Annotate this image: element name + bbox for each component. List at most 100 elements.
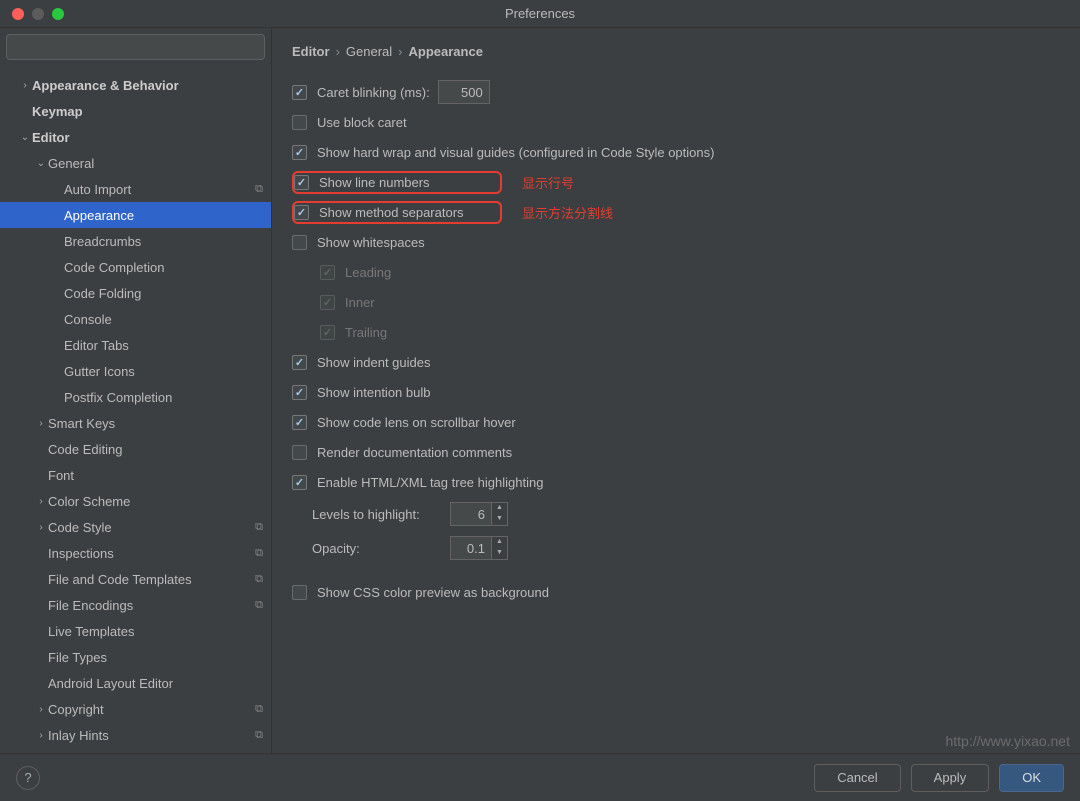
spinner-up-icon[interactable]: ▲ (492, 537, 507, 548)
code-lens-label: Show code lens on scrollbar hover (317, 415, 516, 430)
opacity-input[interactable] (450, 536, 492, 560)
annotation-line-numbers: 显示行号 (522, 173, 574, 192)
render-doc-label: Render documentation comments (317, 445, 512, 460)
spinner-down-icon[interactable]: ▼ (492, 548, 507, 559)
intention-bulb-label: Show intention bulb (317, 385, 430, 400)
chevron-icon: › (34, 496, 48, 507)
levels-spinner[interactable]: ▲▼ (450, 502, 508, 526)
copy-profile-icon: ⧉ (255, 547, 263, 560)
tree-item-gutter-icons[interactable]: Gutter Icons (0, 358, 271, 384)
tree-item-label: Android Layout Editor (48, 676, 263, 691)
tree-item-label: Code Editing (48, 442, 263, 457)
tree-item-auto-import[interactable]: Auto Import⧉ (0, 176, 271, 202)
indent-guides-label: Show indent guides (317, 355, 430, 370)
chevron-icon: › (34, 418, 48, 429)
copy-profile-icon: ⧉ (255, 729, 263, 742)
tree-item-breadcrumbs[interactable]: Breadcrumbs (0, 228, 271, 254)
tree-item-label: Breadcrumbs (64, 234, 263, 249)
levels-input[interactable] (450, 502, 492, 526)
tree-item-code-style[interactable]: ›Code Style⧉ (0, 514, 271, 540)
tree-item-postfix-completion[interactable]: Postfix Completion (0, 384, 271, 410)
caret-blinking-checkbox[interactable] (292, 85, 307, 100)
method-sep-checkbox[interactable] (294, 205, 309, 220)
render-doc-checkbox[interactable] (292, 445, 307, 460)
tree-item-label: Code Style (48, 520, 255, 535)
tree-item-label: Copyright (48, 702, 255, 717)
inner-checkbox (320, 295, 335, 310)
html-highlight-checkbox[interactable] (292, 475, 307, 490)
copy-profile-icon: ⧉ (255, 599, 263, 612)
block-caret-checkbox[interactable] (292, 115, 307, 130)
breadcrumb: Editor›General›Appearance (292, 44, 1060, 59)
tree-item-editor[interactable]: ⌄Editor (0, 124, 271, 150)
tree-item-label: General (48, 156, 263, 171)
tree-item-general[interactable]: ⌄General (0, 150, 271, 176)
tree-item-font[interactable]: Font (0, 462, 271, 488)
tree-item-console[interactable]: Console (0, 306, 271, 332)
tree-item-file-types[interactable]: File Types (0, 644, 271, 670)
tree-item-code-editing[interactable]: Code Editing (0, 436, 271, 462)
tree-item-appearance[interactable]: Appearance (0, 202, 271, 228)
tree-item-file-and-code-templates[interactable]: File and Code Templates⧉ (0, 566, 271, 592)
intention-bulb-checkbox[interactable] (292, 385, 307, 400)
tree-item-label: Code Folding (64, 286, 263, 301)
tree-item-inlay-hints[interactable]: ›Inlay Hints⧉ (0, 722, 271, 748)
code-lens-checkbox[interactable] (292, 415, 307, 430)
tree-item-label: Auto Import (64, 182, 255, 197)
indent-guides-checkbox[interactable] (292, 355, 307, 370)
html-highlight-label: Enable HTML/XML tag tree highlighting (317, 475, 543, 490)
tree-item-label: File Encodings (48, 598, 255, 613)
copy-profile-icon: ⧉ (255, 703, 263, 716)
css-preview-label: Show CSS color preview as background (317, 585, 549, 600)
tree-item-label: Live Templates (48, 624, 263, 639)
tree-item-live-templates[interactable]: Live Templates (0, 618, 271, 644)
tree-item-appearance-behavior[interactable]: ›Appearance & Behavior (0, 72, 271, 98)
tree-item-label: File and Code Templates (48, 572, 255, 587)
caret-blinking-input[interactable] (438, 80, 490, 104)
tree-item-label: Gutter Icons (64, 364, 263, 379)
ok-button[interactable]: OK (999, 764, 1064, 792)
hard-wrap-checkbox[interactable] (292, 145, 307, 160)
copy-profile-icon: ⧉ (255, 521, 263, 534)
tree-item-keymap[interactable]: Keymap (0, 98, 271, 124)
tree-item-label: Inlay Hints (48, 728, 255, 743)
copy-profile-icon: ⧉ (255, 573, 263, 586)
opacity-label: Opacity: (312, 541, 442, 556)
chevron-icon: › (34, 522, 48, 533)
trailing-label: Trailing (345, 325, 387, 340)
tree-item-editor-tabs[interactable]: Editor Tabs (0, 332, 271, 358)
chevron-icon: ⌄ (18, 132, 32, 143)
bottom-bar: ? Cancel Apply OK (0, 753, 1080, 801)
tree-item-file-encodings[interactable]: File Encodings⧉ (0, 592, 271, 618)
opacity-spinner[interactable]: ▲▼ (450, 536, 508, 560)
spinner-up-icon[interactable]: ▲ (492, 503, 507, 514)
leading-checkbox (320, 265, 335, 280)
tree-item-inspections[interactable]: Inspections⧉ (0, 540, 271, 566)
apply-button[interactable]: Apply (911, 764, 990, 792)
spinner-down-icon[interactable]: ▼ (492, 514, 507, 525)
tree-item-label: Font (48, 468, 263, 483)
tree-item-label: Keymap (32, 104, 263, 119)
tree-item-label: Inspections (48, 546, 255, 561)
search-input[interactable] (6, 34, 265, 60)
css-preview-checkbox[interactable] (292, 585, 307, 600)
tree-item-color-scheme[interactable]: ›Color Scheme (0, 488, 271, 514)
settings-tree[interactable]: ›Appearance & BehaviorKeymap⌄Editor⌄Gene… (0, 66, 271, 753)
tree-item-code-completion[interactable]: Code Completion (0, 254, 271, 280)
leading-label: Leading (345, 265, 391, 280)
help-button[interactable]: ? (16, 766, 40, 790)
tree-item-copyright[interactable]: ›Copyright⧉ (0, 696, 271, 722)
tree-item-label: Smart Keys (48, 416, 263, 431)
tree-item-label: Appearance (64, 208, 263, 223)
line-numbers-checkbox[interactable] (294, 175, 309, 190)
tree-item-smart-keys[interactable]: ›Smart Keys (0, 410, 271, 436)
tree-item-label: Code Completion (64, 260, 263, 275)
watermark: http://www.yixao.net (945, 733, 1070, 749)
whitespaces-checkbox[interactable] (292, 235, 307, 250)
main-panel: Editor›General›Appearance Caret blinking… (272, 28, 1080, 753)
tree-item-android-layout-editor[interactable]: Android Layout Editor (0, 670, 271, 696)
cancel-button[interactable]: Cancel (814, 764, 900, 792)
tree-item-code-folding[interactable]: Code Folding (0, 280, 271, 306)
chevron-icon: › (18, 80, 32, 91)
whitespaces-label: Show whitespaces (317, 235, 425, 250)
